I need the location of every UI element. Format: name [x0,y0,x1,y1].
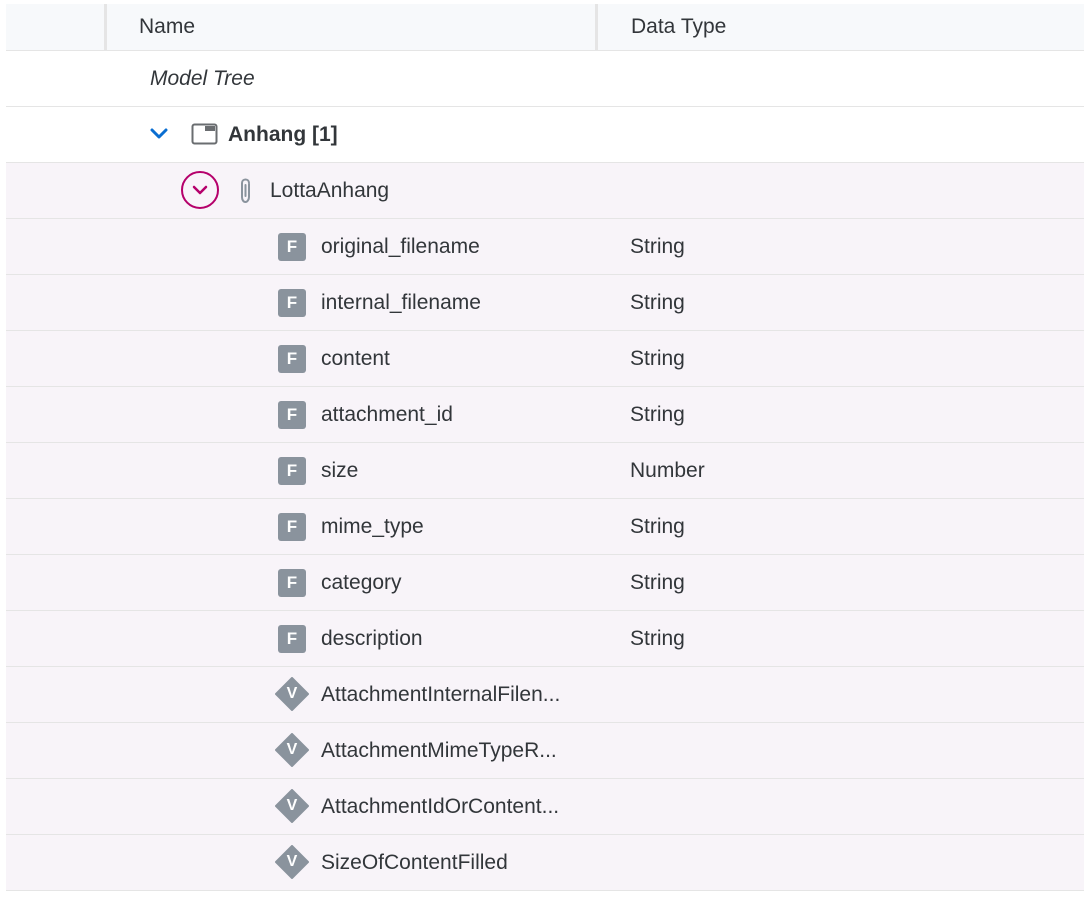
field-type: String [630,515,685,538]
field-icon: F [278,569,306,597]
window-icon [191,122,218,146]
table-row[interactable]: F content String [6,331,1084,387]
validation-icon: V [275,789,309,823]
table-row[interactable]: F mime_type String [6,499,1084,555]
field-icon: F [278,625,306,653]
table-row[interactable]: V AttachmentInternalFilen... [6,667,1084,723]
field-type: Number [630,459,705,482]
model-tree-label: Model Tree [150,67,255,90]
entity-label: LottaAnhang [270,179,390,202]
table-row[interactable]: V AttachmentIdOrContent... [6,779,1084,835]
validation-icon: V [275,677,309,711]
table-row[interactable]: V AttachmentMimeTypeR... [6,723,1084,779]
field-name: internal_filename [321,291,481,314]
tree-row-anhang[interactable]: Anhang [1] [6,107,1084,163]
column-resize-handle[interactable] [595,4,598,50]
validation-name: AttachmentIdOrContent... [321,795,560,818]
field-type: String [630,571,685,594]
chevron-down-icon[interactable] [149,124,169,144]
paperclip-icon [235,177,257,205]
field-icon: F [278,345,306,373]
table-row[interactable]: V SizeOfContentFilled [6,835,1084,891]
validation-name: AttachmentMimeTypeR... [321,739,557,762]
field-name: mime_type [321,515,424,538]
field-name: size [321,459,359,482]
field-type: String [630,403,685,426]
validation-icon-letter: V [286,853,298,870]
data-type-column-header[interactable]: Data Type [631,4,726,50]
field-name: content [321,347,390,370]
field-icon: F [278,513,306,541]
field-icon: F [278,401,306,429]
validation-icon-letter: V [286,685,298,702]
validation-name: AttachmentInternalFilen... [321,683,561,706]
table-row[interactable]: F description String [6,611,1084,667]
chevron-down-circle-icon[interactable] [181,171,219,209]
tree-row-model-tree[interactable]: Model Tree [6,51,1084,107]
validation-icon-letter: V [286,741,298,758]
table-row[interactable]: F internal_filename String [6,275,1084,331]
column-resize-handle[interactable] [104,4,107,50]
field-name: description [321,627,423,650]
group-label: Anhang [1] [228,123,338,146]
field-type: String [630,235,685,258]
table-row[interactable]: F category String [6,555,1084,611]
validation-icon: V [275,845,309,879]
table-header: Name Data Type [6,4,1084,51]
validation-name: SizeOfContentFilled [321,851,508,874]
validation-icon: V [275,733,309,767]
field-icon: F [278,233,306,261]
validation-icon-letter: V [286,797,298,814]
field-name: original_filename [321,235,480,258]
selection-column-header [6,4,104,50]
field-icon: F [278,289,306,317]
table-row[interactable]: F attachment_id String [6,387,1084,443]
field-type: String [630,627,685,650]
field-type: String [630,347,685,370]
field-type: String [630,291,685,314]
model-tree-table: Name Data Type Model Tree Anhang [1] Lot… [6,4,1084,891]
table-row[interactable]: F original_filename String [6,219,1084,275]
tree-row-lottaanhang[interactable]: LottaAnhang [6,163,1084,219]
name-column-header[interactable]: Name [139,4,195,50]
field-name: attachment_id [321,403,453,426]
field-icon: F [278,457,306,485]
field-name: category [321,571,402,594]
table-row[interactable]: F size Number [6,443,1084,499]
